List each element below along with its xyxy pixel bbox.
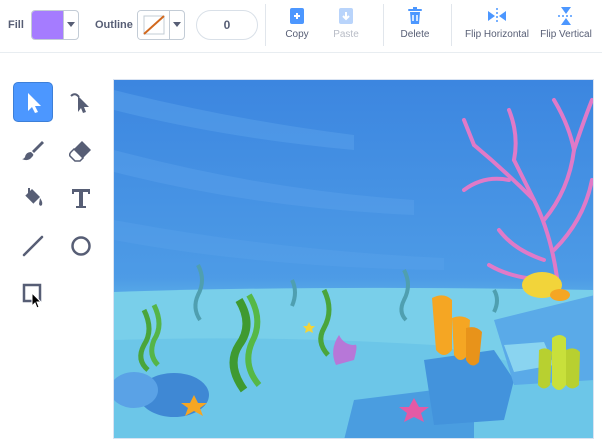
outline-label: Outline [95,19,133,31]
flip-vertical-icon [558,7,574,25]
copy-icon [290,8,304,24]
paste-icon [339,8,353,24]
circle-icon [71,236,91,256]
toolbar-divider [383,4,384,46]
toolbar-divider [451,4,452,46]
tool-line[interactable] [13,226,53,266]
fill-color-picker[interactable] [31,10,79,40]
flip-horizontal-button[interactable]: Flip Horizontal [463,6,531,40]
paste-button[interactable]: Paste [329,6,363,40]
eraser-icon [69,141,91,162]
chevron-down-icon [67,22,75,27]
copy-button[interactable]: Copy [281,6,313,40]
outline-width-input[interactable]: 0 [196,10,258,40]
outline-color-picker[interactable] [137,10,185,40]
fill-color-swatch[interactable] [32,11,64,39]
no-outline-icon [143,15,165,35]
copy-label: Copy [285,29,309,40]
reshape-pointer-icon [70,93,89,113]
delete-button[interactable]: Delete [398,6,432,40]
paint-bucket-icon [24,188,43,206]
flip-horizontal-icon [488,8,506,24]
tool-eraser[interactable] [61,130,101,170]
flip-vertical-label: Flip Vertical [540,29,592,40]
underwater-backdrop-image [114,80,593,438]
brush-icon [22,141,44,161]
tool-text[interactable] [61,178,101,218]
outline-dropdown[interactable] [169,11,184,39]
tool-circle[interactable] [61,226,101,266]
trash-icon [408,7,422,24]
line-icon [22,235,44,257]
tool-fill[interactable] [13,178,53,218]
mouse-cursor-icon [31,292,43,309]
tool-select[interactable] [13,82,53,122]
tool-brush[interactable] [13,130,53,170]
flip-vertical-button[interactable]: Flip Vertical [537,6,595,40]
chevron-down-icon [173,22,181,27]
outline-color-swatch[interactable] [138,11,170,39]
paste-label: Paste [333,29,359,40]
paint-editor-toolbar: Fill Outline 0 Copy Paste Delete Flip Ho… [0,0,602,53]
arrow-pointer-icon [28,93,41,113]
tool-reshape[interactable] [61,82,101,122]
paint-canvas[interactable] [113,79,594,439]
fill-dropdown[interactable] [63,11,78,39]
text-T-icon [72,189,90,208]
toolbar-divider [265,4,266,46]
fill-label: Fill [8,19,24,31]
flip-horizontal-label: Flip Horizontal [465,29,529,40]
delete-label: Delete [400,29,430,40]
